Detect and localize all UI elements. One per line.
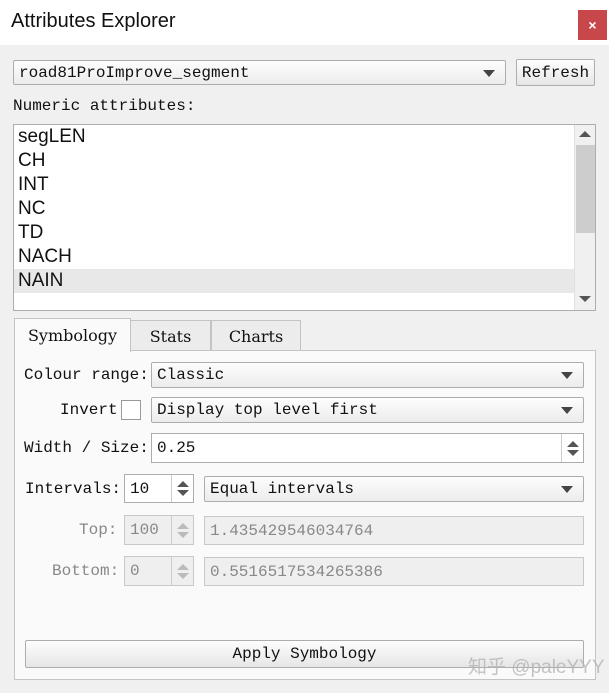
spin-up-icon[interactable] — [176, 563, 189, 570]
intervals-value: 10 — [130, 479, 150, 498]
invert-label: Invert — [60, 401, 118, 419]
spin-down-icon[interactable] — [176, 531, 189, 538]
top-value-field[interactable]: 1.435429546034764 — [204, 516, 584, 545]
spin-up-icon[interactable] — [176, 481, 189, 487]
spin-up-icon[interactable] — [566, 440, 579, 447]
width-size-spinbox[interactable]: 0.25 — [151, 433, 584, 463]
layer-select[interactable]: road81ProImprove_segment — [13, 60, 506, 85]
colour-range-select[interactable]: Classic — [151, 362, 584, 388]
scrollbar[interactable] — [574, 125, 595, 310]
bottom-percent-value: 0 — [130, 562, 140, 580]
spin-buttons[interactable] — [171, 516, 193, 544]
interval-mode-value: Equal intervals — [210, 480, 355, 498]
close-button[interactable]: × — [578, 10, 607, 40]
intervals-spinbox[interactable]: 10 — [124, 474, 194, 503]
list-item[interactable]: TD — [14, 221, 574, 245]
list-item-selected[interactable]: NAIN — [14, 269, 574, 293]
watermark: 知乎 @paleYYY — [468, 657, 605, 678]
intervals-label: Intervals: — [25, 480, 122, 498]
top-value: 1.435429546034764 — [210, 521, 374, 540]
scroll-down-icon[interactable] — [579, 296, 591, 302]
bottom-value-field[interactable]: 0.5516517534265386 — [204, 557, 584, 586]
list-item[interactable]: CH — [14, 149, 574, 173]
colour-range-label: Colour range: — [24, 366, 149, 384]
attribute-list[interactable]: segLEN CH INT NC TD NACH NAIN — [13, 124, 596, 311]
tab-charts[interactable]: Charts — [211, 320, 301, 351]
list-item[interactable]: NACH — [14, 245, 574, 269]
spin-down-icon[interactable] — [176, 572, 189, 579]
refresh-button[interactable]: Refresh — [516, 59, 595, 86]
colour-range-value: Classic — [157, 366, 225, 384]
interval-mode-select[interactable]: Equal intervals — [204, 476, 584, 502]
top-percent-value: 100 — [130, 521, 159, 539]
tab-symbology[interactable]: Symbology — [14, 318, 131, 352]
bottom-percent-spinbox[interactable]: 0 — [124, 556, 194, 586]
spin-buttons[interactable] — [171, 557, 193, 585]
spin-down-icon[interactable] — [176, 490, 189, 496]
spin-up-icon[interactable] — [176, 522, 189, 529]
layer-select-value: road81ProImprove_segment — [19, 63, 250, 82]
display-order-value: Display top level first — [157, 401, 378, 419]
list-item[interactable]: INT — [14, 173, 574, 197]
chevron-down-icon — [561, 407, 573, 414]
width-size-label: Width / Size: — [24, 439, 149, 457]
scroll-up-icon[interactable] — [579, 131, 591, 137]
width-size-value: 0.25 — [157, 439, 196, 457]
chevron-down-icon — [561, 372, 573, 379]
spin-buttons[interactable] — [561, 434, 583, 462]
bottom-value: 0.5516517534265386 — [210, 562, 383, 581]
bottom-label: Bottom: — [52, 562, 120, 580]
spin-buttons[interactable] — [171, 475, 193, 502]
top-label: Top: — [79, 521, 118, 539]
display-order-select[interactable]: Display top level first — [151, 397, 584, 423]
chevron-down-icon — [561, 486, 573, 493]
chevron-down-icon — [483, 69, 495, 77]
list-item[interactable]: NC — [14, 197, 574, 221]
numeric-attributes-label: Numeric attributes: — [13, 97, 196, 115]
list-item[interactable]: segLEN — [14, 125, 574, 149]
spin-down-icon[interactable] — [566, 449, 579, 456]
top-percent-spinbox[interactable]: 100 — [124, 515, 194, 545]
window-title: Attributes Explorer — [11, 10, 176, 32]
scrollbar-thumb[interactable] — [576, 145, 595, 233]
invert-checkbox[interactable] — [121, 400, 141, 420]
tab-stats[interactable]: Stats — [130, 320, 211, 351]
